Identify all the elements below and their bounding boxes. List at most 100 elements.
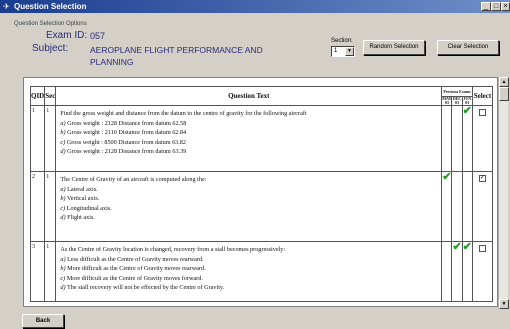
option-letter: a) — [60, 255, 66, 263]
back-button[interactable]: Back — [22, 314, 64, 328]
option-letter: c) — [60, 204, 66, 212]
answer-option: a) Lateral axis. — [60, 185, 437, 195]
exam-id-label: Exam ID: — [46, 30, 88, 41]
option-letter: a) — [60, 185, 66, 193]
option-letter: d) — [60, 214, 66, 222]
table-row: 1 1 Find the gross weight and distance fro… — [29, 105, 494, 172]
option-letter: d) — [60, 284, 66, 292]
scroll-thumb[interactable] — [499, 87, 509, 101]
qid-header: QID — [29, 86, 46, 106]
answer-option: d) The stall recovery will not be effect… — [60, 283, 437, 293]
qid-cell: 2 — [29, 171, 46, 242]
random-selection-button[interactable]: Random Selection — [363, 40, 425, 55]
option-text: More difficult as the Centre of Gravity … — [66, 274, 203, 282]
question-stem: The Centre of Gravity of an aircraft is … — [60, 176, 207, 183]
maximize-button[interactable]: □ — [491, 2, 501, 11]
answer-option: c) Longitudinal axis. — [60, 204, 437, 214]
question-text-header: Question Text — [55, 86, 443, 106]
select-checkbox[interactable] — [478, 109, 486, 116]
option-letter: c) — [60, 138, 66, 146]
scroll-up-icon[interactable]: ▲ — [499, 77, 509, 87]
select-checkbox[interactable]: ✓ — [478, 175, 486, 182]
exam-cell — [451, 171, 463, 242]
exam-cell — [441, 105, 453, 172]
subject-label: Subject: — [32, 43, 69, 54]
option-text: More difficult as the Centre of Gravity … — [67, 265, 206, 273]
scroll-down-icon[interactable]: ▼ — [499, 299, 509, 309]
qid-cell: 1 — [29, 105, 46, 172]
exam-cell — [461, 171, 473, 242]
clear-selection-button[interactable]: Clear Selection — [437, 40, 499, 55]
option-text: Flight axis. — [67, 214, 95, 222]
close-button[interactable]: × — [501, 2, 510, 11]
select-cell — [471, 241, 494, 302]
answer-option: d) Gross weight : 2128 Distance from dat… — [60, 147, 437, 157]
option-text: The stall recovery will not be effected … — [66, 284, 225, 292]
option-letter: c) — [60, 274, 66, 282]
question-stem: As the Centre of Gravity location is cha… — [60, 246, 286, 253]
checkmark-icon: ✔ — [441, 171, 453, 242]
window-title: Question Selection — [14, 2, 87, 11]
option-letter: a) — [60, 119, 66, 127]
option-text: Gross weight : 2128 Distance from datum … — [67, 119, 187, 127]
answer-option: b) Vertical axis. — [60, 194, 437, 204]
table-header-row: QID Sec Question Text Previous Exams Sel… — [29, 86, 494, 106]
question-text-cell: The Centre of Gravity of an aircraft is … — [55, 171, 443, 242]
option-text: Longitudinal axis. — [66, 204, 112, 212]
answer-option: b) Gross weight : 2110 Distance from dat… — [60, 128, 437, 138]
exam-may-03-header: MAY 03 — [441, 96, 453, 106]
chevron-down-icon[interactable]: ▼ — [345, 47, 354, 56]
title-bar: ✈ Question Selection _ □ × — [0, 0, 510, 13]
checkmark-icon: ✔ — [451, 241, 463, 302]
table-row: 2 1 The Centre of Gravity of an aircraft i… — [29, 171, 494, 242]
option-letter: b) — [60, 195, 66, 203]
qid-cell: 3 — [29, 241, 46, 302]
vertical-scrollbar[interactable]: ▲ ▼ — [498, 77, 509, 309]
section-value: 1 — [334, 48, 338, 54]
window-icon: ✈ — [3, 2, 10, 11]
question-table: QID Sec Question Text Previous Exams Sel… — [29, 86, 494, 302]
question-table-panel: QID Sec Question Text Previous Exams Sel… — [23, 77, 498, 307]
options-caption: Question Selection Options — [14, 21, 87, 27]
option-text: Gross weight : 2128 Distance from datum … — [67, 148, 187, 156]
answer-option: b) More difficult as the Centre of Gravi… — [60, 264, 437, 274]
select-cell: ✓ — [471, 171, 494, 242]
exam-id-value: 057 — [90, 31, 106, 41]
table-row: 3 1 As the Centre of Gravity location is c… — [29, 241, 494, 302]
option-text: Lateral axis. — [67, 185, 98, 193]
option-text: Gross weight : 8500 Distance from datum … — [66, 138, 186, 146]
select-header: Select — [471, 86, 494, 106]
checkmark-icon: ✔ — [461, 241, 473, 302]
answer-option: c) More difficult as the Centre of Gravi… — [60, 274, 437, 284]
option-text: Less difficult as the Centre of Gravity … — [67, 255, 204, 263]
section-select[interactable]: 1 ▼ — [331, 46, 355, 57]
subject-value: AEROPLANE FLIGHT PERFORMANCE AND PLANNIN… — [90, 45, 263, 67]
option-letter: d) — [60, 148, 66, 156]
option-text: Vertical axis. — [66, 195, 100, 203]
exam-cell — [441, 241, 453, 302]
minimize-button[interactable]: _ — [481, 2, 491, 11]
exam-dec-03-header: DEC 03 — [451, 96, 463, 106]
section-cell: 1 — [44, 105, 57, 172]
section-cell: 1 — [44, 241, 57, 302]
section-cell: 1 — [44, 171, 57, 242]
sec-header: Sec — [44, 86, 57, 106]
answer-option: c) Gross weight : 8500 Distance from dat… — [60, 138, 437, 148]
option-letter: b) — [60, 265, 66, 273]
question-text-cell: As the Centre of Gravity location is cha… — [55, 241, 443, 302]
select-checkbox[interactable] — [478, 245, 486, 252]
section-label: Section: — [331, 38, 353, 44]
question-stem: Find the gross weight and distance from … — [60, 110, 307, 117]
answer-option: a) Gross weight : 2128 Distance from dat… — [60, 119, 437, 129]
option-letter: b) — [60, 129, 66, 137]
select-cell — [471, 105, 494, 172]
answer-option: a) Less difficult as the Centre of Gravi… — [60, 255, 437, 265]
question-selection-window: ✈ Question Selection _ □ × Question Sele… — [0, 0, 510, 329]
option-text: Gross weight : 2110 Distance from datum … — [67, 129, 187, 137]
question-text-cell: Find the gross weight and distance from … — [55, 105, 443, 172]
answer-option: d) Flight axis. — [60, 213, 437, 223]
exam-cell — [451, 105, 463, 172]
checkmark-icon: ✔ — [461, 105, 473, 172]
previous-exams-header: Previous Exams — [441, 86, 473, 97]
table-body: 1 1 Find the gross weight and distance fro… — [29, 105, 494, 302]
